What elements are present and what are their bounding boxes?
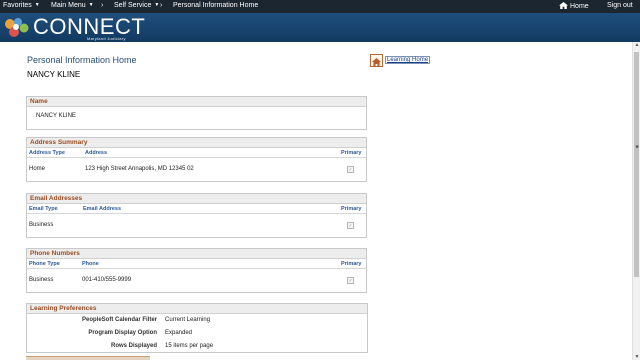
home-label: Home [570, 3, 589, 10]
name-section-header: Name [27, 97, 366, 107]
learning-home-icon [370, 54, 383, 67]
primary-checkbox: ✓ [347, 277, 354, 284]
breadcrumb-separator: › [101, 2, 103, 9]
chevron-down-icon: ▼ [154, 2, 160, 8]
home-link[interactable]: Home [559, 2, 589, 10]
connect-logo-icon [5, 18, 29, 37]
preference-row: Rows Displayed 15 items per page [27, 340, 367, 353]
scroll-up-arrow-icon[interactable]: ▲ [633, 42, 640, 48]
calendar-filter-value: Current Learning [165, 317, 211, 323]
favorites-menu[interactable]: Favorites ▼ [3, 2, 40, 9]
program-display-label: Program Display Option [88, 330, 157, 336]
learning-home-label: Learning Home [385, 56, 431, 64]
name-section: Name NANCY KLINE [26, 96, 367, 130]
column-primary: Primary [341, 261, 362, 267]
top-navigation-bar: Favorites ▼ Main Menu ▼ › Self Service ▼ › … [0, 0, 640, 13]
primary-checkbox: ✓ [347, 222, 354, 229]
address-value-cell: 123 High Street Annapolis, MD 12345 02 [85, 166, 194, 172]
rows-displayed-value: 15 items per page [165, 343, 214, 349]
primary-checkbox: ✓ [347, 166, 354, 173]
favorites-label: Favorites [3, 2, 32, 9]
email-addresses-section: Email Addresses Email Type Email Address… [26, 193, 367, 238]
breadcrumb-current-page: Personal Information Home [173, 2, 258, 9]
name-row: NANCY KLINE [27, 107, 366, 129]
phone-numbers-header: Phone Numbers [27, 249, 366, 259]
calendar-filter-label: PeopleSoft Calendar Filter [81, 317, 157, 323]
table-row: Business ✓ [27, 214, 366, 235]
email-type-cell: Business [29, 222, 54, 228]
table-row: Business 001-410/555-9999 ✓ [27, 269, 366, 290]
main-content: Personal Information Home NANCY KLINE Le… [0, 42, 632, 360]
brand-subtitle: Maryland Judiciary [87, 36, 126, 41]
phone-type-cell: Business [29, 277, 54, 283]
house-icon [372, 58, 381, 67]
chevron-down-icon: ▼ [34, 2, 40, 8]
address-summary-section: Address Summary Address Type Address Pri… [26, 137, 367, 182]
scroll-down-arrow-icon[interactable]: ▼ [633, 354, 640, 360]
learning-preferences-section: Learning Preferences PeopleSoft Calendar… [26, 303, 368, 353]
preference-row: Program Display Option Expanded [27, 327, 367, 340]
rows-displayed-label: Rows Displayed [110, 343, 157, 349]
column-address: Address [85, 150, 108, 156]
self-service-menu[interactable]: Self Service ▼ [114, 2, 159, 9]
main-menu[interactable]: Main Menu ▼ [51, 2, 94, 9]
preference-row: PeopleSoft Calendar Filter Current Learn… [27, 314, 367, 327]
phone-column-headers: Phone Type Phone Primary [27, 259, 366, 269]
address-column-headers: Address Type Address Primary [27, 148, 366, 158]
breadcrumb-separator-glyph: › [160, 2, 163, 9]
phone-numbers-section: Phone Numbers Phone Type Phone Primary B… [26, 248, 367, 293]
email-addresses-header: Email Addresses [27, 194, 366, 204]
scroll-marker-icon: ■ [635, 144, 639, 150]
column-primary: Primary [341, 206, 362, 212]
column-address-type: Address Type [29, 150, 65, 156]
address-type-cell: Home [29, 166, 46, 172]
column-email-address: Email Address [83, 206, 122, 212]
column-phone: Phone [82, 261, 99, 267]
address-summary-header: Address Summary [27, 138, 366, 148]
table-row: Home 123 High Street Annapolis, MD 12345… [27, 158, 366, 179]
sign-out-link[interactable]: Sign out [607, 2, 633, 9]
home-icon [559, 2, 568, 9]
sign-out-label: Sign out [607, 2, 633, 9]
name-value: NANCY KLINE [36, 113, 76, 119]
learning-preferences-header: Learning Preferences [27, 304, 367, 314]
scrollbar-thumb[interactable] [634, 52, 639, 277]
breadcrumb-separator-glyph: › [101, 2, 104, 9]
person-name: NANCY KLINE [27, 70, 81, 79]
email-column-headers: Email Type Email Address Primary [27, 204, 366, 214]
next-section-header-edge [26, 356, 150, 360]
main-menu-label: Main Menu [51, 2, 86, 9]
column-primary: Primary [341, 150, 362, 156]
page-title: Personal Information Home [27, 55, 137, 65]
program-display-value: Expanded [165, 330, 193, 336]
column-email-type: Email Type [29, 206, 58, 212]
current-page-label: Personal Information Home [173, 2, 259, 9]
phone-number-cell: 001-410/555-9999 [82, 277, 132, 283]
column-phone-type: Phone Type [29, 261, 60, 267]
breadcrumb-separator: › [160, 2, 162, 9]
brand-banner: CONNECT Maryland Judiciary [0, 13, 640, 42]
vertical-scrollbar[interactable]: ▲ ■ ▼ [632, 42, 640, 360]
chevron-down-icon: ▼ [88, 2, 94, 8]
self-service-label: Self Service [114, 2, 152, 9]
